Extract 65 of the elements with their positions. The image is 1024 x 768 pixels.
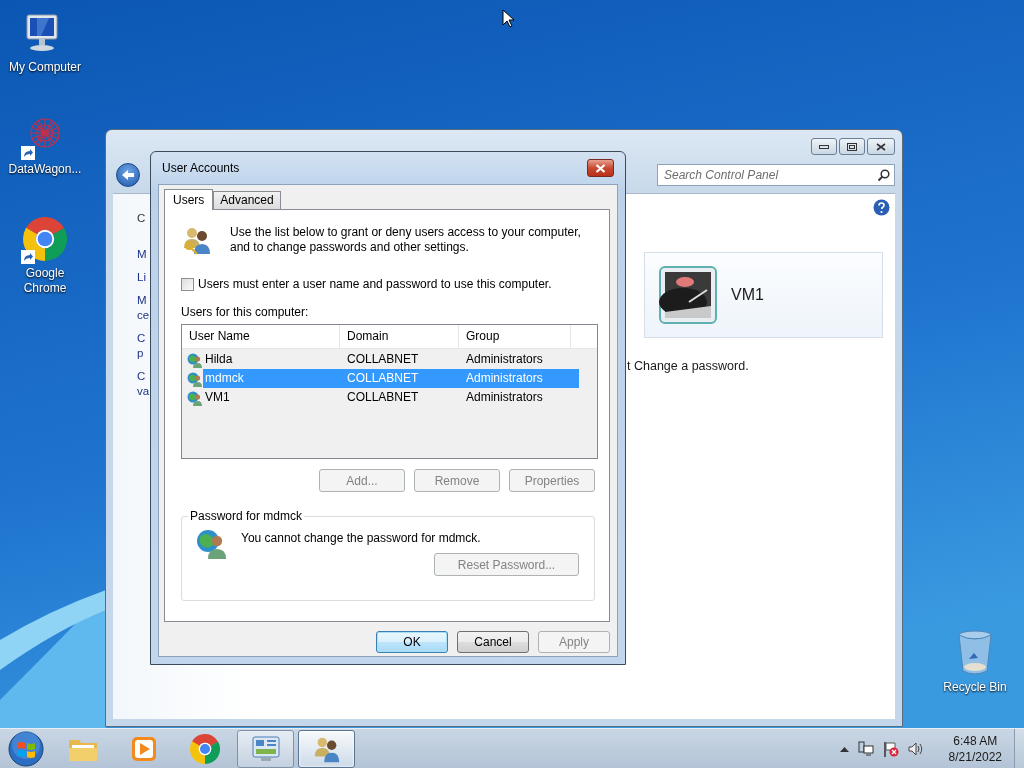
column-header[interactable]: Domain — [340, 325, 459, 348]
control-panel-icon — [250, 734, 281, 763]
table-cell-text: COLLABNET — [346, 389, 420, 406]
table-cell-text: Administrators — [465, 389, 544, 406]
close-icon — [876, 142, 886, 151]
window-title: User Accounts — [161, 161, 240, 175]
list-row[interactable]: Hilda COLLABNET Administrators — [182, 350, 597, 369]
table-cell-text: VM1 — [205, 389, 230, 406]
start-button[interactable] — [6, 728, 46, 768]
table-cell-text: Administrators — [465, 370, 544, 387]
checkbox-label[interactable]: Users must enter a user name and password to use this computer. — [198, 277, 552, 291]
task-link[interactable]: t Change a password. — [627, 359, 883, 373]
clock-date: 8/21/2022 — [948, 748, 1002, 765]
group-title: Password for mdmck — [189, 509, 304, 523]
back-arrow-icon — [121, 169, 135, 181]
search-icon — [877, 169, 890, 182]
nav-heading: C — [137, 211, 147, 226]
minimize-icon — [819, 143, 829, 150]
table-cell-text: Hilda — [205, 351, 233, 368]
close-button[interactable] — [867, 138, 895, 155]
desktop-icon-label[interactable]: My Computer — [6, 60, 84, 75]
intro-text: Use the list below to grant or deny users access to your computer, and to change passwords and other settings. — [230, 224, 582, 255]
clock[interactable]: 6:48 AM 8/21/2022 — [948, 732, 1002, 765]
minimize-button[interactable] — [811, 138, 837, 155]
table-cell-text: mdmck — [205, 370, 244, 387]
user-icon — [187, 351, 203, 368]
cursor-icon — [502, 9, 514, 28]
column-header[interactable]: Group — [459, 325, 571, 348]
account-name: VM1 — [731, 286, 764, 304]
table-cell-text: COLLABNET — [346, 351, 420, 368]
list-row[interactable]: VM1 COLLABNET Administrators — [182, 388, 597, 407]
list-label: Users for this computer: — [181, 305, 310, 320]
windows-orb-icon — [7, 729, 45, 768]
play-icon — [129, 734, 158, 763]
password-message: You cannot change the password for mdmck. — [241, 531, 481, 545]
back-button[interactable] — [116, 163, 140, 187]
search-field[interactable]: Search Control Panel — [657, 164, 895, 186]
desktop-icon-label[interactable]: DataWagon... — [6, 162, 84, 177]
close-button[interactable] — [587, 159, 614, 177]
tab[interactable]: Users — [164, 189, 214, 210]
user-icon — [187, 370, 203, 387]
speaker-icon[interactable] — [907, 740, 924, 757]
maximize-icon — [847, 142, 857, 151]
table-cell-text: COLLABNET — [346, 370, 420, 387]
tab[interactable]: Advanced — [213, 191, 281, 209]
dialog-button[interactable]: Cancel — [457, 631, 529, 653]
user-icon — [187, 389, 203, 406]
maximize-button[interactable] — [839, 138, 865, 155]
checkbox[interactable] — [181, 277, 194, 291]
up-arrow-icon[interactable] — [839, 745, 849, 752]
desktop-icon-label[interactable]: Google Chrome — [6, 266, 84, 296]
network-icon[interactable] — [857, 740, 874, 757]
taskbar-button[interactable] — [237, 729, 294, 768]
chrome-icon — [189, 733, 220, 764]
dialog-button[interactable]: OK — [376, 631, 448, 653]
account-card[interactable]: VM1 — [644, 252, 883, 338]
close-icon — [595, 163, 606, 173]
column-header[interactable]: User Name — [182, 325, 340, 348]
flag-icon[interactable] — [882, 740, 899, 757]
user-icon — [196, 527, 228, 559]
taskbar-button[interactable] — [298, 729, 355, 768]
clock-time: 6:48 AM — [953, 732, 998, 749]
help-icon[interactable] — [873, 199, 890, 216]
recycle-bin-icon — [955, 629, 995, 677]
table-cell-text: Administrators — [465, 351, 544, 368]
